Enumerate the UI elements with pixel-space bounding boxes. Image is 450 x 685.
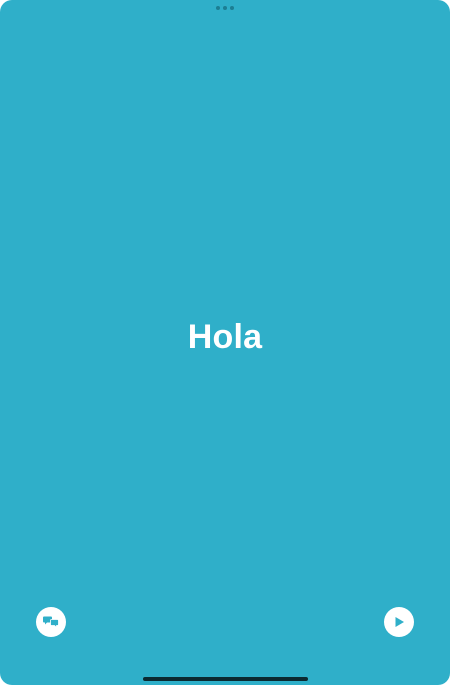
- grabber-dot: [216, 6, 220, 10]
- sheet-grabber[interactable]: [216, 6, 234, 10]
- speech-bubbles-icon: [43, 616, 59, 629]
- conversation-button[interactable]: [36, 607, 66, 637]
- phrase-text: Hola: [187, 318, 263, 356]
- home-indicator: [143, 677, 308, 681]
- grabber-dot: [223, 6, 227, 10]
- flashcard-screen: Hola: [0, 0, 450, 685]
- grabber-dot: [230, 6, 234, 10]
- play-icon: [395, 617, 404, 627]
- play-button[interactable]: [384, 607, 414, 637]
